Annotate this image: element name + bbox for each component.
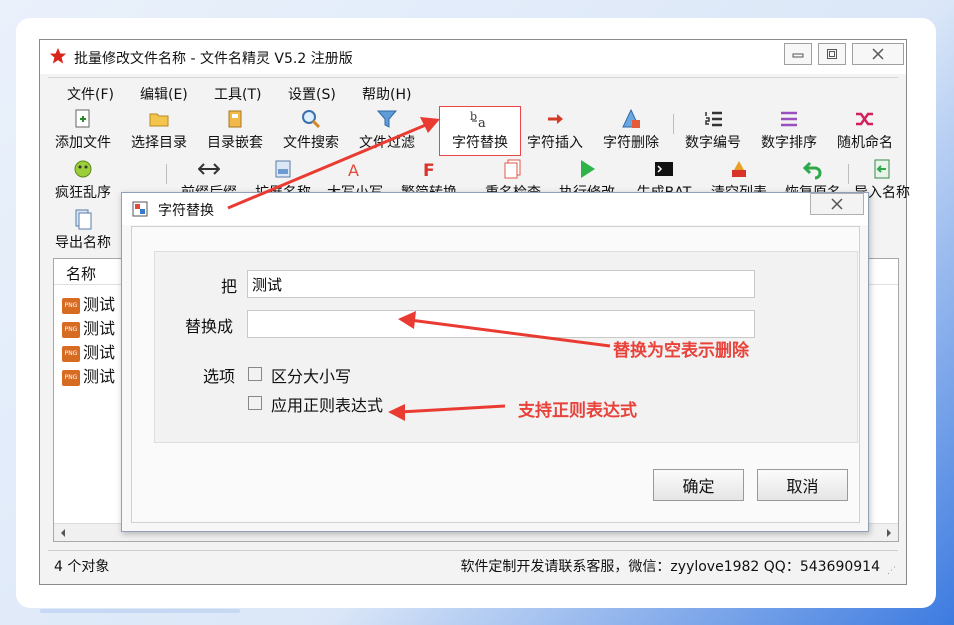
cancel-button[interactable]: 取消 (757, 469, 848, 501)
dialog-close-button[interactable] (810, 193, 864, 215)
dialog-title-bar: 字符替换 (122, 193, 868, 225)
play-icon (581, 160, 595, 178)
toolbar-separator (848, 164, 849, 184)
terminal-icon (655, 162, 673, 176)
replace-dialog: 字符替换 把 替换成 选项 区分大小写 应用正则表达式 确定 取消 (121, 192, 869, 532)
insert-icon (548, 114, 563, 124)
dialog-title: 字符替换 (158, 203, 214, 219)
regex-label: 应用正则表达式 (271, 396, 384, 415)
folder-icon (149, 113, 169, 127)
replace-input[interactable] (247, 310, 755, 338)
sort-button[interactable]: 数字排序 (754, 104, 824, 152)
resize-grip-icon[interactable]: ⋰ (887, 566, 896, 576)
options-label: 选项 (203, 367, 236, 386)
crazy-icon (74, 160, 92, 178)
clear-list-icon (732, 161, 746, 177)
case-sensitive-checkbox[interactable] (248, 367, 262, 381)
delete-char-icon (622, 108, 640, 128)
char-delete-button[interactable]: 字符删除 (596, 104, 666, 152)
minimize-icon (792, 53, 804, 58)
dialog-body: 把 替换成 选项 区分大小写 应用正则表达式 确定 取消 (131, 226, 860, 523)
toolbar-separator (673, 114, 674, 134)
replace-icon: ba (470, 110, 486, 130)
random-name-button[interactable]: 随机命名 (830, 104, 900, 152)
sort-icon (781, 111, 797, 127)
add-file-icon (75, 109, 90, 128)
dialog-app-icon (132, 201, 148, 217)
restore-button[interactable] (818, 43, 846, 65)
prefix-suffix-icon (198, 163, 220, 175)
menu-edit[interactable]: 编辑(E) (140, 84, 188, 104)
menu-settings[interactable]: 设置(S) (288, 84, 336, 104)
export-name-button[interactable]: 导出名称 (48, 204, 118, 252)
column-name-header[interactable]: 名称 (66, 263, 96, 284)
char-replace-button[interactable]: ba 字符替换 (440, 104, 520, 152)
number-list-icon (705, 111, 722, 127)
decorative-strip (40, 609, 240, 613)
list-item[interactable]: PNG 测试 (62, 315, 115, 338)
import-icon (874, 159, 890, 179)
window-title: 批量修改文件名称 - 文件名精灵 V5.2 注册版 (74, 51, 353, 67)
replace-label: 替换成 (185, 317, 234, 336)
contact-info: 软件定制开发请联系客服，微信：zyylove1982 QQ：543690914 (460, 559, 880, 575)
menu-bar: 文件(F) 编辑(E) 工具(T) 设置(S) 帮助(H) (48, 77, 898, 105)
minimize-button[interactable] (784, 43, 812, 65)
number-button[interactable]: 数字编号 (678, 104, 748, 152)
export-icon (75, 209, 92, 230)
list-item[interactable]: PNG 测试 (62, 291, 115, 314)
svg-text:a: a (478, 116, 486, 130)
menu-help[interactable]: 帮助(H) (362, 84, 411, 104)
search-icon (302, 110, 321, 129)
annotation-regex-support: 支持正则表达式 (518, 401, 637, 421)
find-label: 把 (221, 277, 238, 296)
status-bar: 4 个对象 软件定制开发请联系客服，微信：zyylove1982 QQ：5436… (48, 550, 898, 578)
scroll-left-icon[interactable] (59, 528, 67, 538)
convert-icon: F (423, 161, 435, 180)
find-input[interactable] (247, 270, 755, 298)
duplicate-check-icon (504, 159, 521, 179)
svg-text:F: F (423, 161, 435, 180)
png-file-icon: PNG (62, 345, 80, 362)
app-star-icon (49, 47, 67, 64)
regex-checkbox[interactable] (248, 396, 262, 410)
nested-folder-icon (228, 110, 242, 128)
png-file-icon: PNG (62, 369, 80, 386)
char-insert-button[interactable]: 字符插入 (520, 104, 590, 152)
options-group: 把 替换成 选项 区分大小写 应用正则表达式 (154, 251, 858, 443)
list-item[interactable]: PNG 测试 (62, 339, 115, 362)
png-file-icon: PNG (62, 297, 80, 314)
crazy-shuffle-button[interactable]: 疯狂乱序 (48, 154, 118, 202)
filter-icon (376, 110, 398, 128)
menu-tools[interactable]: 工具(T) (214, 84, 261, 104)
restore-icon (827, 49, 837, 59)
scroll-right-icon[interactable] (885, 528, 893, 538)
file-search-button[interactable]: 文件搜索 (276, 104, 346, 152)
title-bar: 批量修改文件名称 - 文件名精灵 V5.2 注册版 (40, 40, 906, 74)
ok-button[interactable]: 确定 (653, 469, 744, 501)
object-count: 4 个对象 (54, 559, 110, 575)
toolbar-separator (166, 164, 167, 184)
svg-text:A: A (348, 161, 359, 180)
nested-folder-button[interactable]: 目录嵌套 (200, 104, 270, 152)
extension-icon (275, 160, 291, 178)
case-sensitive-label: 区分大小写 (271, 367, 352, 386)
undo-icon (802, 161, 822, 180)
select-folder-button[interactable]: 选择目录 (124, 104, 194, 152)
add-file-button[interactable]: 添加文件 (48, 104, 118, 152)
list-item[interactable]: PNG 测试 (62, 363, 115, 386)
close-button[interactable] (852, 43, 904, 65)
file-filter-button[interactable]: 文件过滤 (352, 104, 422, 152)
case-icon: A (348, 161, 359, 180)
menu-file[interactable]: 文件(F) (67, 84, 114, 104)
png-file-icon: PNG (62, 321, 80, 338)
shuffle-icon (856, 112, 873, 126)
annotation-empty-delete: 替换为空表示删除 (613, 341, 749, 361)
close-icon (872, 48, 884, 60)
close-icon (831, 198, 843, 210)
